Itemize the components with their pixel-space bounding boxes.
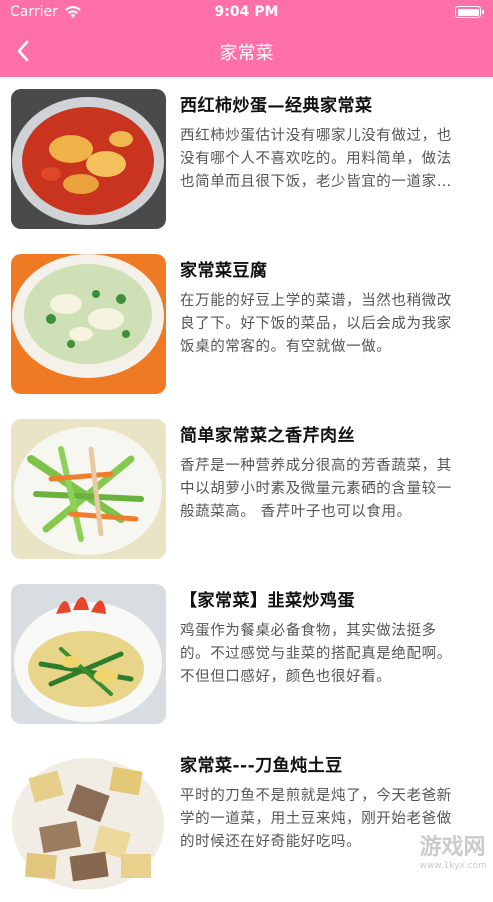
recipe-image-celery-pork <box>11 419 166 559</box>
status-time: 9:04 PM <box>214 4 279 20</box>
recipe-description: 在万能的好豆上学的菜谱，当然也稍微改良了下。好下饭的菜品，以后会成为我家饭桌的常… <box>180 293 452 355</box>
recipe-title: 家常菜豆腐 <box>180 261 268 281</box>
recipe-title: 家常菜---刀鱼炖土豆 <box>180 756 343 776</box>
recipe-image-tofu <box>11 254 166 394</box>
list-item[interactable]: 西红柿炒蛋—经典家常菜 西红柿炒蛋估计没有哪家儿没有做过，也没有哪个人不喜欢吃的… <box>0 77 493 242</box>
watermark-url: www.1kyx.com <box>419 861 487 871</box>
recipe-image-fish-potato <box>11 749 166 889</box>
page-title: 家常菜 <box>219 43 274 64</box>
battery-icon <box>455 6 484 18</box>
recipe-image-chive-egg <box>11 584 166 724</box>
recipe-image-tomato-egg <box>11 89 166 229</box>
recipe-title: 西红柿炒蛋—经典家常菜 <box>180 96 373 116</box>
recipe-title: 简单家常菜之香芹肉丝 <box>180 426 355 446</box>
recipe-description: 平时的刀鱼不是煎就是炖了，今天老爸新学的一道菜，用土豆来炖，刚开始老爸做的时候还… <box>180 788 452 850</box>
list-item[interactable]: 简单家常菜之香芹肉丝 香芹是一种营养成分很高的芳香蔬菜，其中以胡萝小时素及微量元… <box>0 407 493 572</box>
nav-bar: 家常菜 <box>0 26 493 77</box>
watermark: 游戏网 www.1kyx.com <box>420 829 487 871</box>
recipe-description: 鸡蛋作为餐桌必备食物，其实做法挺多的。不过感觉与韭菜的搭配真是绝配啊。不但但口感… <box>180 623 452 685</box>
header: Carrier 9:04 PM 家常菜 <box>0 0 493 77</box>
status-bar: Carrier 9:04 PM <box>0 0 493 26</box>
recipe-description: 西红柿炒蛋估计没有哪家儿没有做过，也没有哪个人不喜欢吃的。用料简单，做法也简单而… <box>180 128 452 190</box>
recipe-list: 西红柿炒蛋—经典家常菜 西红柿炒蛋估计没有哪家儿没有做过，也没有哪个人不喜欢吃的… <box>0 77 493 902</box>
recipe-title: 【家常菜】韭菜炒鸡蛋 <box>180 591 355 611</box>
recipe-description: 香芹是一种营养成分很高的芳香蔬菜，其中以胡萝小时素及微量元素硒的含量较一般蔬菜高… <box>180 458 452 520</box>
list-item[interactable]: 【家常菜】韭菜炒鸡蛋 鸡蛋作为餐桌必备食物，其实做法挺多的。不过感觉与韭菜的搭配… <box>0 572 493 737</box>
list-item[interactable]: 家常菜豆腐 在万能的好豆上学的菜谱，当然也稍微改良了下。好下饭的菜品，以后会成为… <box>0 242 493 407</box>
list-item[interactable]: 家常菜---刀鱼炖土豆 平时的刀鱼不是煎就是炖了，今天老爸新学的一道菜，用土豆来… <box>0 737 493 902</box>
watermark-text: 游戏网 <box>419 835 486 860</box>
